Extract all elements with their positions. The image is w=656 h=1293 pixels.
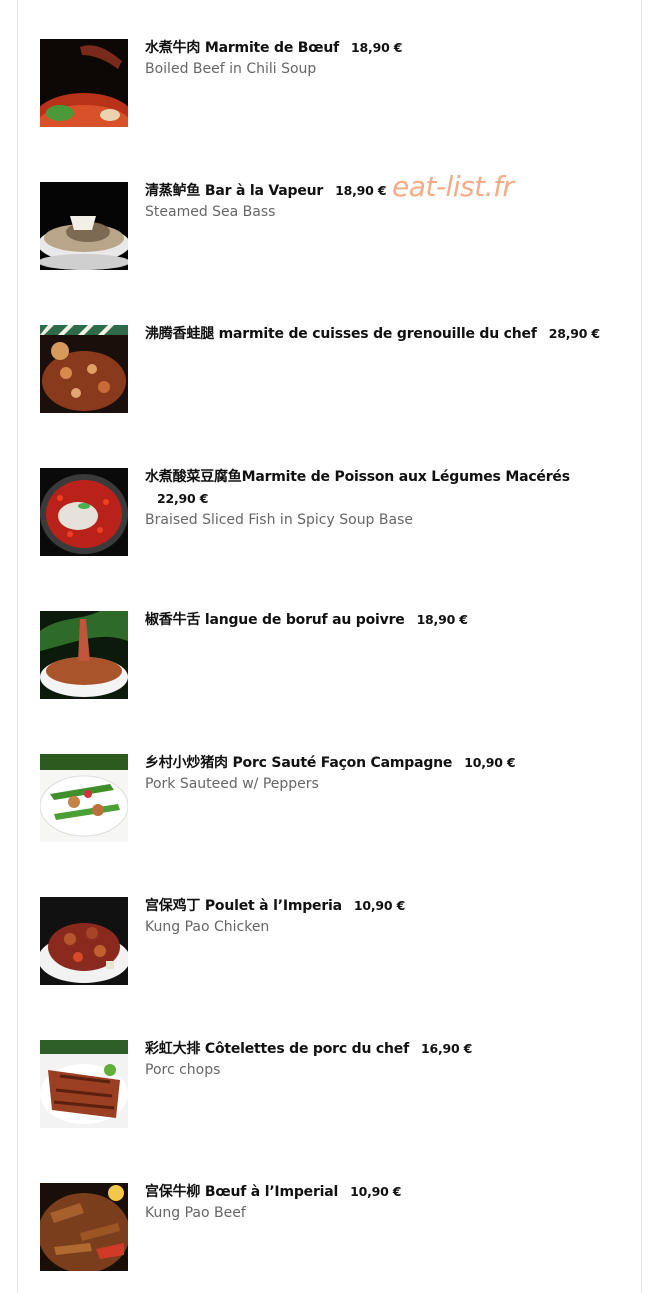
dish-price: 10,90 € <box>350 1184 402 1199</box>
dish-photo <box>40 754 128 842</box>
dish-price: 10,90 € <box>353 898 406 913</box>
dish-photo <box>40 897 128 985</box>
menu-item[interactable]: 乡村小炒猪肉 Porc Sauté Façon Campagne 10,90 € … <box>40 754 620 844</box>
dish-photo <box>40 1040 128 1128</box>
dish-subtitle: Pork Sauteed w/ Peppers <box>145 776 319 792</box>
dish-title: 乡村小炒猪肉 Porc Sauté Façon Campagne <box>145 755 453 771</box>
dish-title: 宫保鸡丁 Poulet à l’Imperia <box>145 898 342 914</box>
menu-item[interactable]: 水煮酸菜豆腐鱼Marmite de Poisson aux Légumes Ma… <box>40 468 620 558</box>
dish-subtitle: Steamed Sea Bass <box>145 204 276 220</box>
dish-price: 18,90 € <box>416 612 468 627</box>
dish-price: 18,90 € <box>335 183 387 198</box>
dish-price: 28,90 € <box>548 326 600 341</box>
dish-price: 16,90 € <box>420 1041 473 1056</box>
dish-title: 宫保牛柳 Bœuf à l’Imperial <box>145 1184 339 1200</box>
dish-title: 沸腾香蛙腿 marmite de cuisses de grenouille d… <box>145 326 537 342</box>
dish-title: 清蒸鲈鱼 Bar à la Vapeur <box>145 183 324 199</box>
menu-item[interactable]: 宫保牛柳 Bœuf à l’Imperial 10,90 € Kung Pao B… <box>40 1183 620 1273</box>
dish-price: 18,90 € <box>351 40 403 55</box>
dish-photo <box>40 611 128 699</box>
dish-subtitle: Boiled Beef in Chili Soup <box>145 61 317 77</box>
dish-title: 水煮牛肉 Marmite de Bœuf <box>145 40 340 56</box>
dish-price: 10,90 € <box>464 755 516 770</box>
watermark: eat-list.fr <box>392 170 514 203</box>
menu-item[interactable]: 水煮牛肉 Marmite de Bœuf 18,90 € Boiled Beef … <box>40 39 620 129</box>
dish-photo <box>40 468 128 556</box>
dish-subtitle: Braised Sliced Fish in Spicy Soup Base <box>145 512 413 528</box>
dish-price: 22,90 € <box>157 491 209 506</box>
menu-item[interactable]: 沸腾香蛙腿 marmite de cuisses de grenouille d… <box>40 325 620 415</box>
dish-subtitle: Kung Pao Beef <box>145 1205 246 1221</box>
menu-item[interactable]: 彩虹大排 Côtelettes de porc du chef 16,90 € P… <box>40 1040 620 1130</box>
menu-item[interactable]: 椒香牛舌 langue de boruf au poivre 18,90 € <box>40 611 620 701</box>
menu-item[interactable]: 清蒸鲈鱼 Bar à la Vapeur 18,90 € Steamed Sea … <box>40 182 620 272</box>
dish-subtitle: Kung Pao Chicken <box>145 919 270 935</box>
dish-photo <box>40 1183 128 1271</box>
menu-item[interactable]: 宫保鸡丁 Poulet à l’Imperia 10,90 € Kung Pao … <box>40 897 620 987</box>
dish-photo <box>40 325 128 413</box>
dish-title: 水煮酸菜豆腐鱼Marmite de Poisson aux Légumes Ma… <box>145 469 570 485</box>
dish-subtitle: Porc chops <box>145 1062 221 1078</box>
dish-photo <box>40 182 128 270</box>
dish-title: 彩虹大排 Côtelettes de porc du chef <box>145 1041 409 1057</box>
dish-photo <box>40 39 128 127</box>
dish-title: 椒香牛舌 langue de boruf au poivre <box>145 612 405 628</box>
